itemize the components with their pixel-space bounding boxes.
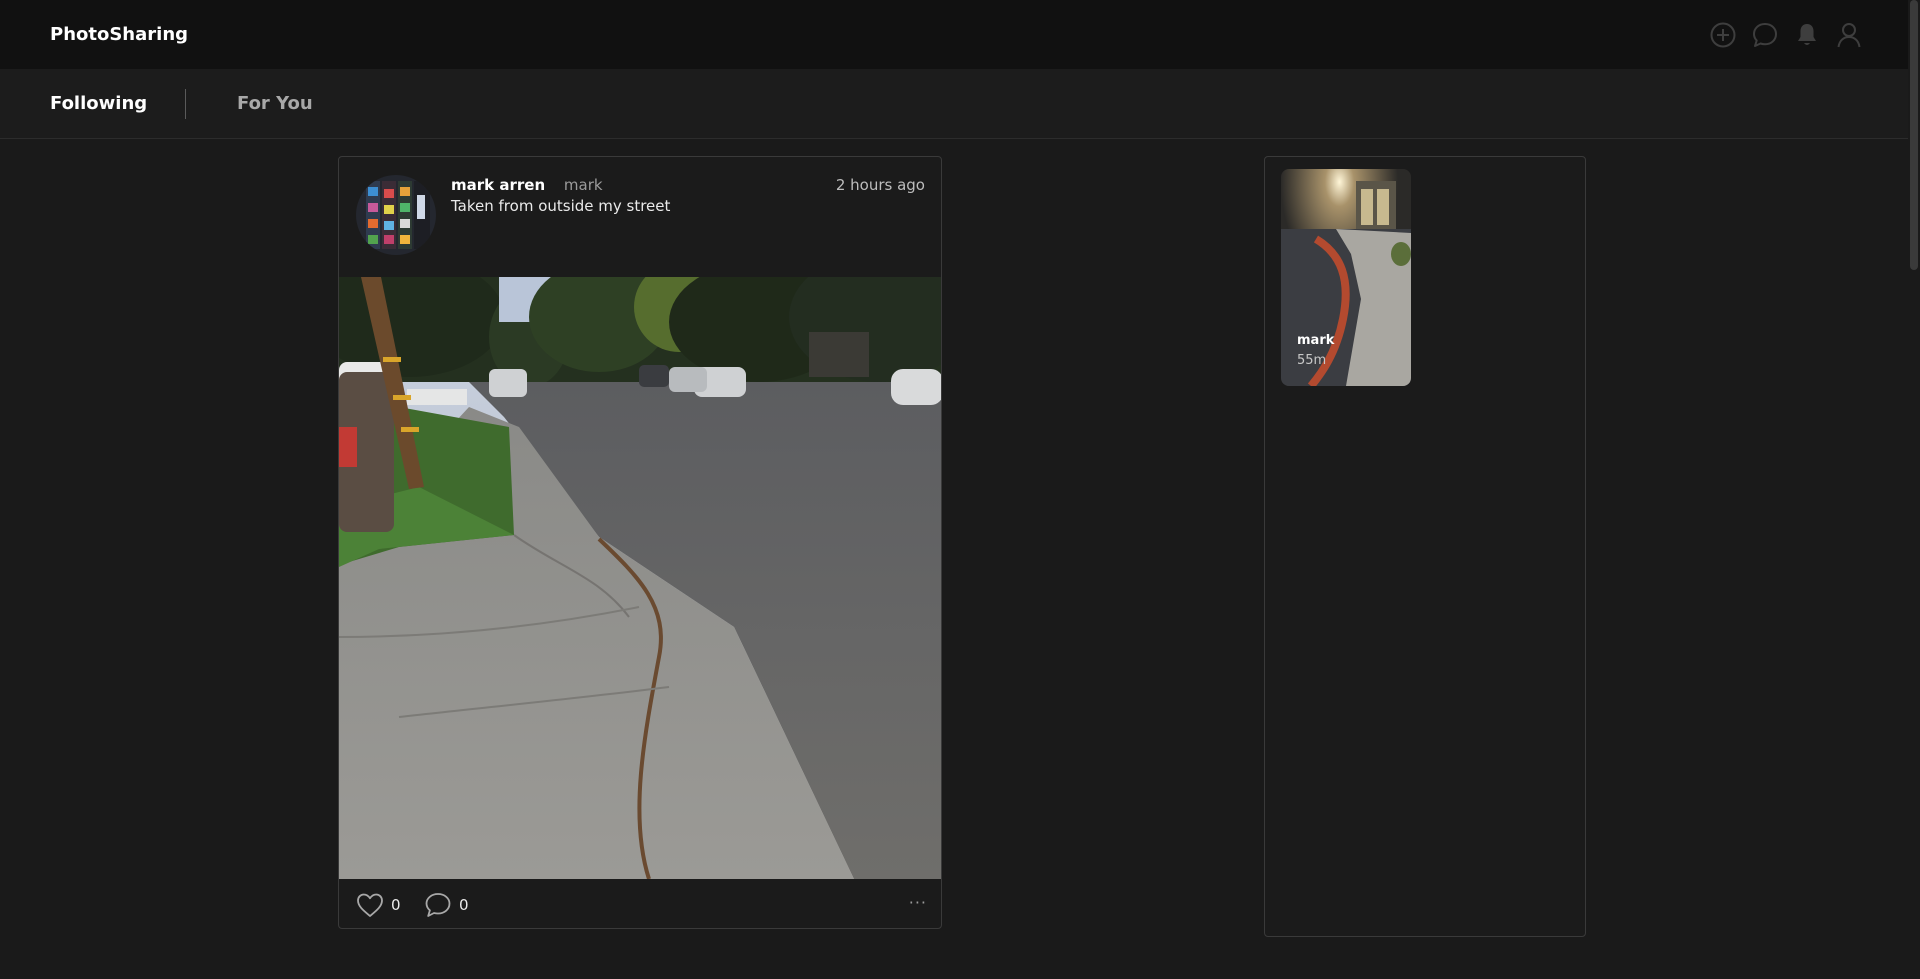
user-icon[interactable] (1833, 19, 1865, 51)
author-name[interactable]: mark arren (451, 176, 545, 194)
tab-divider (185, 89, 186, 119)
post-photo[interactable] (339, 252, 941, 880)
header-actions (1707, 19, 1865, 51)
comment-count: 0 (459, 896, 469, 914)
author-avatar[interactable] (356, 175, 436, 255)
post-caption: Taken from outside my street (451, 197, 671, 215)
story-time: 55m (1297, 353, 1327, 368)
more-options-button[interactable]: ··· (909, 893, 927, 912)
post-card: mark arren mark 2 hours ago Taken from o… (338, 156, 942, 929)
scrollbar-thumb[interactable] (1910, 0, 1918, 270)
page-scrollbar[interactable] (1908, 0, 1920, 979)
heart-icon (357, 893, 383, 917)
feed-tabs: Following For You (0, 69, 1920, 139)
comment-icon (425, 893, 451, 917)
plus-circle-icon[interactable] (1707, 19, 1739, 51)
tab-for-you[interactable]: For You (237, 93, 313, 114)
like-button[interactable]: 0 (355, 891, 401, 919)
post-timestamp: 2 hours ago (835, 176, 925, 194)
brand-logo[interactable]: PhotoSharing (50, 24, 188, 45)
story-card[interactable]: mark 55m (1281, 169, 1411, 386)
post-actions: 0 0 ··· (339, 879, 941, 928)
tab-following[interactable]: Following (50, 93, 147, 114)
post-header: mark arren mark (451, 176, 603, 194)
author-handle[interactable]: mark (564, 176, 603, 194)
stories-panel: mark 55m (1264, 156, 1586, 937)
top-bar: PhotoSharing (0, 0, 1920, 69)
bell-icon[interactable] (1791, 19, 1823, 51)
like-count: 0 (391, 896, 401, 914)
comment-button[interactable]: 0 (423, 891, 469, 919)
chat-icon[interactable] (1749, 19, 1781, 51)
story-username: mark (1297, 333, 1335, 348)
